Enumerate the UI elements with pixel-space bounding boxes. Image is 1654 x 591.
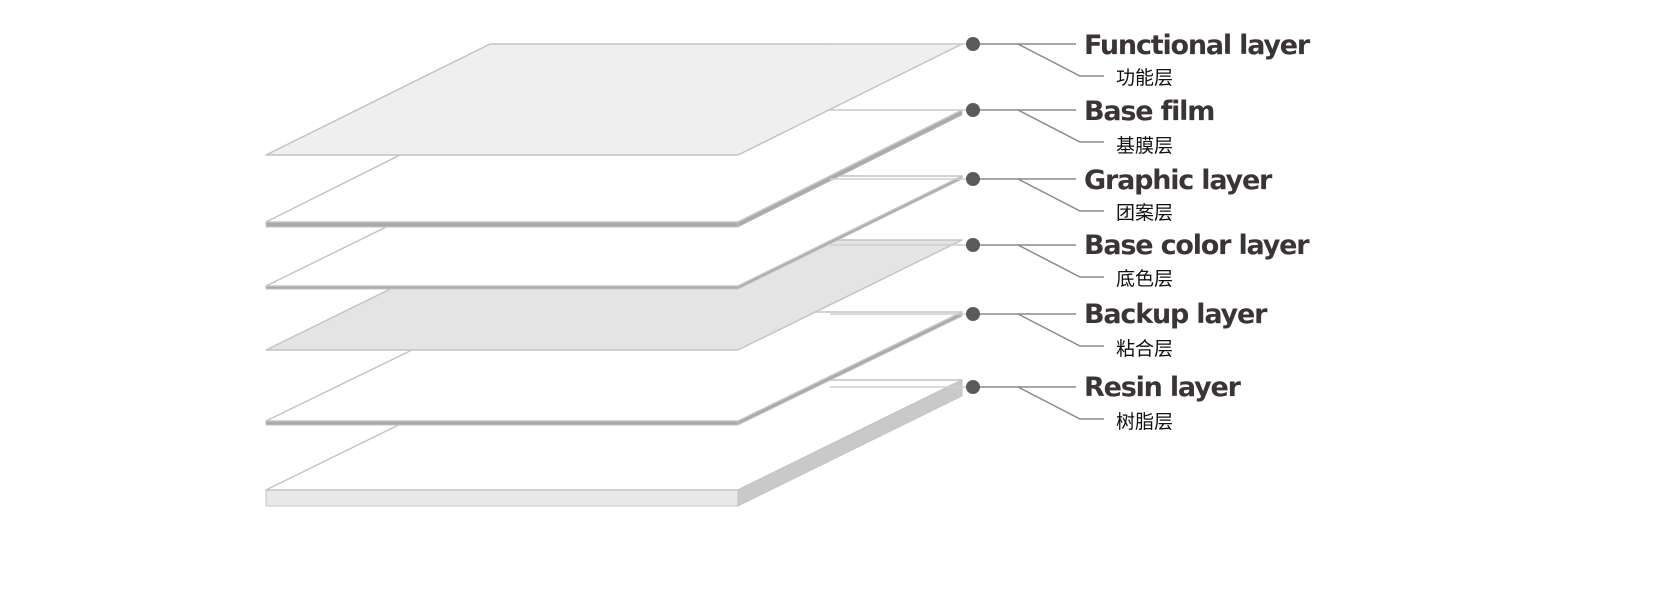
leader-dot-icon	[966, 103, 980, 117]
layer-stack-diagram: Functional layer 功能层 Base film 基膜层 Graph…	[265, 30, 1312, 507]
label-graphic-zh: 团案层	[1116, 202, 1173, 224]
leader-dot-icon	[966, 37, 980, 51]
label-graphic-en: Graphic layer	[1084, 165, 1273, 196]
leader-dot-icon	[966, 307, 980, 321]
label-base-film-zh: 基膜层	[1116, 135, 1173, 157]
leader-lines	[830, 37, 1104, 420]
label-resin-en: Resin layer	[1084, 372, 1242, 403]
label-backup-zh: 粘合层	[1116, 338, 1173, 360]
label-resin-zh: 树脂层	[1116, 411, 1173, 433]
leader-dot-icon	[966, 172, 980, 186]
plate-front-face	[265, 489, 739, 507]
label-base-color-en: Base color layer	[1084, 230, 1310, 261]
label-backup-en: Backup layer	[1084, 299, 1268, 330]
label-base-film-en: Base film	[1084, 96, 1214, 127]
label-base-color-zh: 底色层	[1116, 268, 1173, 290]
label-functional-en: Functional layer	[1084, 30, 1311, 61]
layer-plates	[265, 43, 963, 507]
label-functional-zh: 功能层	[1116, 67, 1173, 89]
leader-dot-icon	[966, 238, 980, 252]
layer-labels: Functional layer 功能层 Base film 基膜层 Graph…	[1084, 30, 1312, 433]
leader-dot-icon	[966, 380, 980, 394]
